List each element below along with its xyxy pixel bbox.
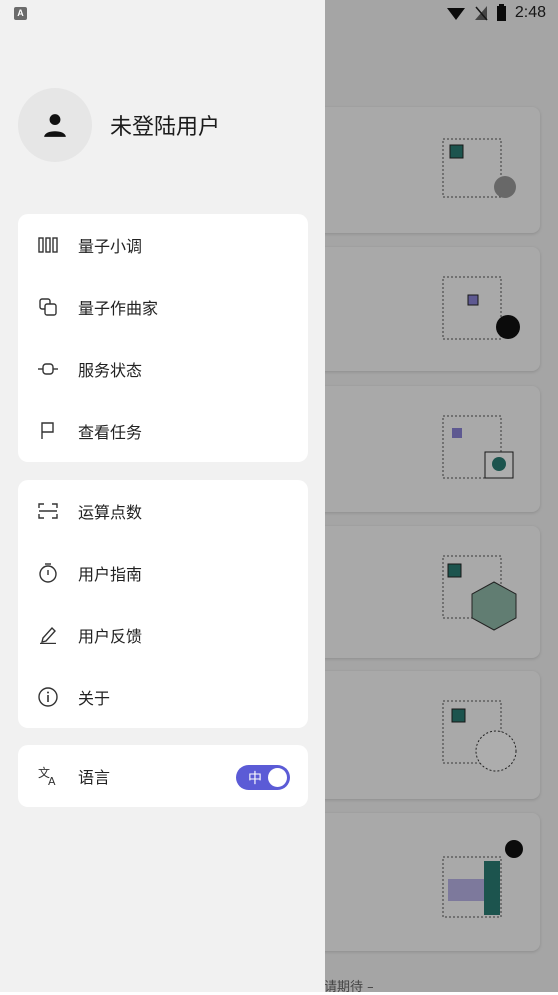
menu-group-account: 运算点数 用户指南 用户反馈 关于 xyxy=(18,480,308,728)
menu-item-label: 用户反馈 xyxy=(78,627,143,646)
flag-icon xyxy=(38,421,58,441)
copy-icon xyxy=(38,297,58,317)
menu-item-quantum-tune[interactable]: 量子小调 xyxy=(18,214,308,276)
menu-item-user-guide[interactable]: 用户指南 xyxy=(18,542,308,604)
menu-item-label: 用户指南 xyxy=(78,565,143,584)
svg-text:A: A xyxy=(48,775,56,786)
language-toggle[interactable]: 中 xyxy=(236,765,290,790)
scan-icon xyxy=(38,501,58,521)
toggle-knob xyxy=(268,768,287,787)
person-icon xyxy=(44,114,66,137)
menu-item-service-status[interactable]: 服务状态 xyxy=(18,338,308,400)
timer-icon xyxy=(38,563,58,583)
language-label: 语言 xyxy=(78,768,111,787)
menu-item-label: 运算点数 xyxy=(78,503,143,522)
menu-item-feedback[interactable]: 用户反馈 xyxy=(18,604,308,666)
bars-icon xyxy=(38,235,58,255)
avatar[interactable] xyxy=(18,88,92,162)
menu-item-quantum-composer[interactable]: 量子作曲家 xyxy=(18,276,308,338)
pen-icon xyxy=(38,625,58,645)
menu-item-label: 查看任务 xyxy=(78,423,143,442)
menu-item-label: 服务状态 xyxy=(78,361,143,380)
menu-item-language[interactable]: 文A 语言 中 xyxy=(18,745,308,807)
user-profile[interactable]: 未登陆用户 xyxy=(18,88,220,162)
menu-group-main: 量子小调 量子作曲家 服务状态 查看任务 xyxy=(18,214,308,462)
toggle-text: 中 xyxy=(248,770,262,787)
node-icon xyxy=(38,359,58,379)
menu-item-label: 量子作曲家 xyxy=(78,299,159,318)
notification-icon: A xyxy=(14,7,27,20)
user-name: 未登陆用户 xyxy=(110,115,221,140)
translate-icon: 文A xyxy=(38,766,58,786)
menu-item-view-tasks[interactable]: 查看任务 xyxy=(18,400,308,462)
menu-group-language: 文A 语言 中 xyxy=(18,745,308,807)
navigation-drawer: A 未登陆用户 量子小调 量子作曲家 服务状态 查看任务 运算点数 用户指南 用… xyxy=(0,0,325,992)
info-icon xyxy=(38,687,58,707)
menu-item-label: 关于 xyxy=(78,689,111,708)
menu-item-label: 量子小调 xyxy=(78,237,143,256)
menu-item-compute-points[interactable]: 运算点数 xyxy=(18,480,308,542)
menu-item-about[interactable]: 关于 xyxy=(18,666,308,728)
